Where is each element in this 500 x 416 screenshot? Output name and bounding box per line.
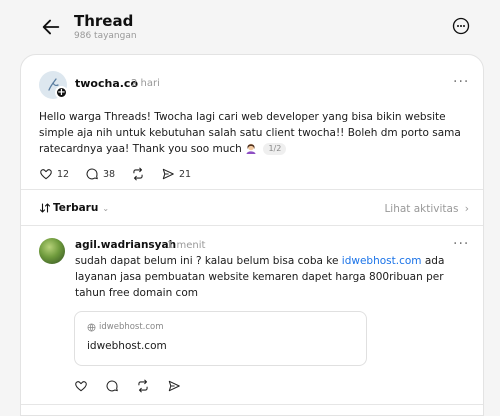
send-icon <box>168 380 180 392</box>
repost-icon <box>133 167 143 181</box>
comment-button[interactable]: 38 <box>85 165 115 183</box>
comment-count: 38 <box>103 168 116 180</box>
sort-dropdown[interactable]: Terbaru ⌄ <box>39 202 109 214</box>
reply-author[interactable]: agil.wadriansyah <box>75 239 176 251</box>
repost-icon <box>138 379 148 393</box>
view-activity-label: Lihat aktivitas <box>384 203 459 215</box>
post-more-icon[interactable]: ··· <box>453 75 469 89</box>
reply-like-button[interactable] <box>74 377 88 395</box>
share-count: 21 <box>179 168 192 180</box>
divider <box>21 225 483 226</box>
heart-icon <box>75 381 87 392</box>
back-arrow-icon[interactable] <box>40 16 62 38</box>
comment-icon <box>86 168 98 180</box>
view-count: 986 tayangan <box>74 31 137 41</box>
reply-comment-button[interactable] <box>105 377 119 395</box>
reply-avatar[interactable] <box>39 238 65 264</box>
link-preview-domain: idwebhost.com <box>87 322 164 332</box>
reply-body: sudah dapat belum ini ? kalau belum bisa… <box>75 253 470 301</box>
top-bar: Thread 986 tayangan <box>0 0 500 52</box>
heart-icon <box>40 169 52 180</box>
thread-card: + twocha.co 2 hari ··· Hello warga Threa… <box>20 54 484 416</box>
post-author[interactable]: twocha.co <box>75 77 138 90</box>
send-icon <box>162 168 174 180</box>
link-preview-title: idwebhost.com <box>87 340 167 352</box>
reply-repost-button[interactable] <box>136 377 150 395</box>
reply-more-icon[interactable]: ··· <box>453 237 469 251</box>
like-button[interactable]: 12 <box>39 165 69 183</box>
comment-icon <box>106 380 118 392</box>
post-body: Hello warga Threads! Twocha lagi cari we… <box>39 109 469 157</box>
view-activity-link[interactable]: Lihat aktivitas › <box>384 203 469 215</box>
chevron-down-icon: ⌄ <box>102 203 110 213</box>
share-button[interactable]: 21 <box>161 165 191 183</box>
divider <box>21 189 483 190</box>
page-title: Thread <box>74 12 134 30</box>
repost-button[interactable] <box>131 165 145 183</box>
chevron-right-icon: › <box>464 203 469 215</box>
more-circle-icon[interactable] <box>452 17 470 35</box>
reply-link[interactable]: idwebhost.com <box>342 255 422 267</box>
reply-share-button[interactable] <box>167 377 181 395</box>
follow-plus-icon[interactable]: + <box>55 86 68 99</box>
globe-icon <box>87 323 96 331</box>
image-page-indicator: 1/2 <box>263 143 287 155</box>
link-preview-domain-text: idwebhost.com <box>99 322 164 332</box>
divider <box>21 404 483 405</box>
reply-text-start: sudah dapat belum ini ? kalau belum bisa… <box>75 255 342 267</box>
like-count: 12 <box>57 168 70 180</box>
sort-label: Terbaru <box>53 202 99 214</box>
link-preview-card[interactable]: idwebhost.com idwebhost.com <box>74 311 367 366</box>
woman-emoji-icon <box>246 143 256 154</box>
sort-icon <box>39 203 51 213</box>
reply-time: 1 menit <box>167 240 206 251</box>
post-time: 2 hari <box>131 78 160 89</box>
